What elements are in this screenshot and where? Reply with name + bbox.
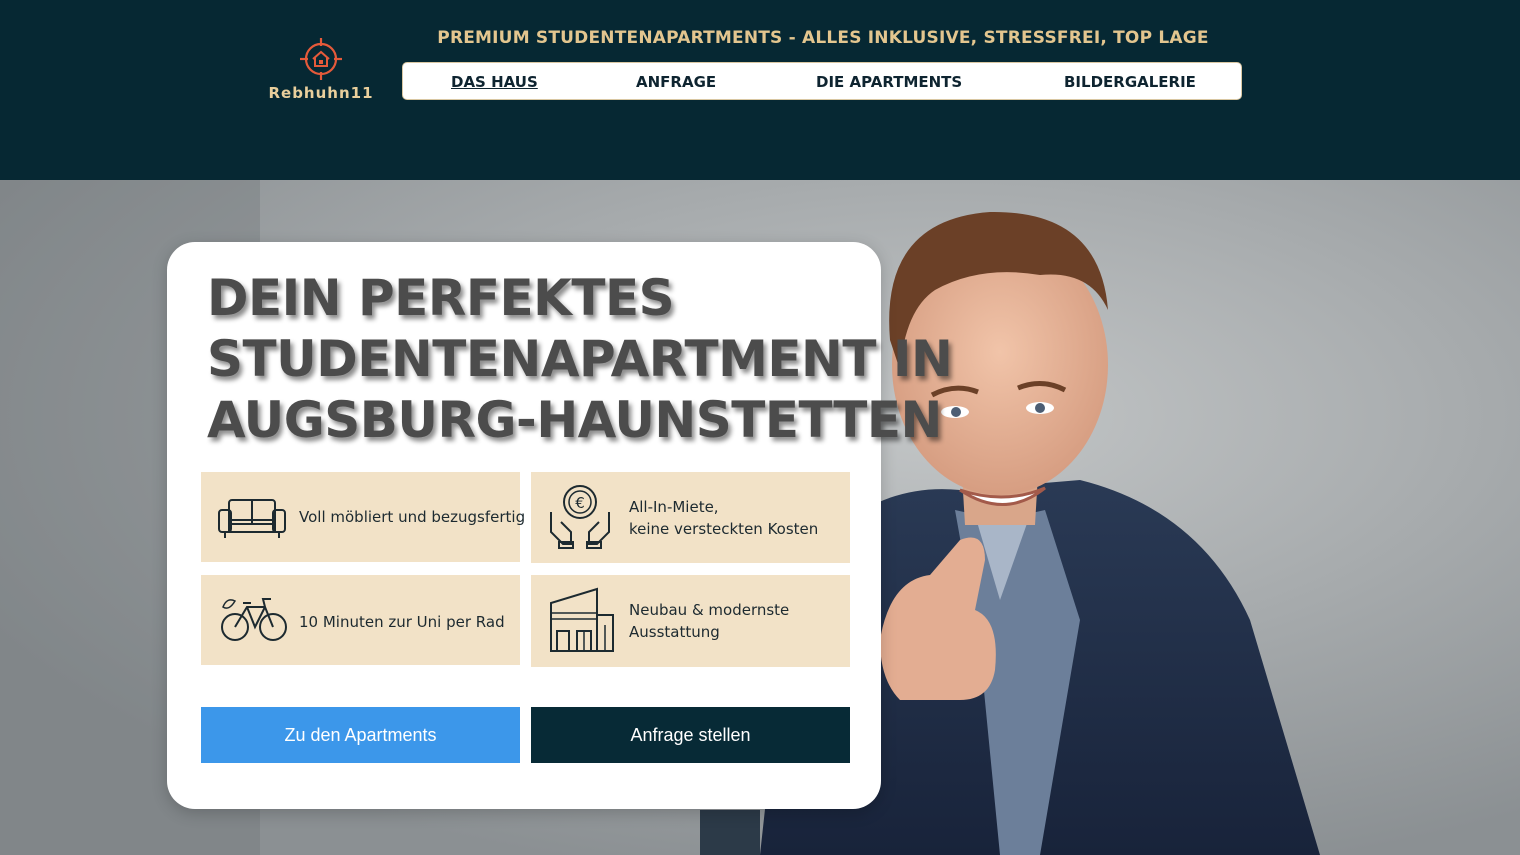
euro-hands-icon: € — [550, 485, 610, 549]
main-navigation: DAS HAUS ANFRAGE DIE APARTMENTS BILDERGA… — [402, 62, 1242, 100]
feature-all-in-rent-line-2: keine versteckten Kosten — [629, 520, 819, 538]
feature-all-in-rent: € All-In-Miete, keine versteckten Kosten — [531, 472, 850, 563]
feature-bike-to-uni: 10 Minuten zur Uni per Rad — [201, 575, 520, 665]
feature-new-building-line-1: Neubau & modernste — [629, 601, 790, 619]
hero-headline: DEIN PERFEKTES STUDENTENAPARTMENT IN AUG… — [207, 268, 953, 451]
svg-text:€: € — [575, 494, 585, 512]
feature-bike-text: 10 Minuten zur Uni per Rad — [299, 613, 505, 631]
building-icon — [550, 587, 614, 652]
sofa-icon — [218, 499, 286, 538]
feature-furnished: Voll möbliert und bezugsfertig — [201, 472, 525, 562]
nav-item-anfrage[interactable]: ANFRAGE — [636, 73, 716, 91]
headline-line-1: DEIN PERFEKTES — [207, 269, 675, 327]
brand-name: Rebhuhn11 — [268, 84, 374, 102]
feature-new-building: Neubau & modernste Ausstattung — [531, 575, 850, 667]
bicycle-icon — [221, 598, 287, 641]
headline-line-2: STUDENTENAPARTMENT IN — [207, 330, 953, 388]
nav-item-die-apartments[interactable]: DIE APARTMENTS — [816, 73, 962, 91]
nav-item-bildergalerie[interactable]: BILDERGALERIE — [1064, 73, 1196, 91]
headline-line-3: AUGSBURG-HAUNSTETTEN — [207, 391, 942, 449]
feature-furnished-text: Voll möbliert und bezugsfertig — [299, 508, 526, 526]
target-house-icon — [300, 38, 342, 80]
inquiry-button[interactable]: Anfrage stellen — [531, 707, 850, 763]
hero-card: DEIN PERFEKTES STUDENTENAPARTMENT IN AUG… — [167, 242, 953, 809]
nav-item-das-haus[interactable]: DAS HAUS — [451, 73, 538, 91]
apartments-button[interactable]: Zu den Apartments — [201, 707, 520, 763]
feature-new-building-line-2: Ausstattung — [629, 623, 720, 641]
header-tagline: PREMIUM STUDENTENAPARTMENTS - ALLES INKL… — [437, 28, 1209, 48]
feature-all-in-rent-line-1: All-In-Miete, — [629, 498, 719, 516]
brand-logo[interactable]: Rebhuhn11 — [264, 36, 378, 102]
site-header: Rebhuhn11 PREMIUM STUDENTENAPARTMENTS - … — [0, 0, 1520, 180]
